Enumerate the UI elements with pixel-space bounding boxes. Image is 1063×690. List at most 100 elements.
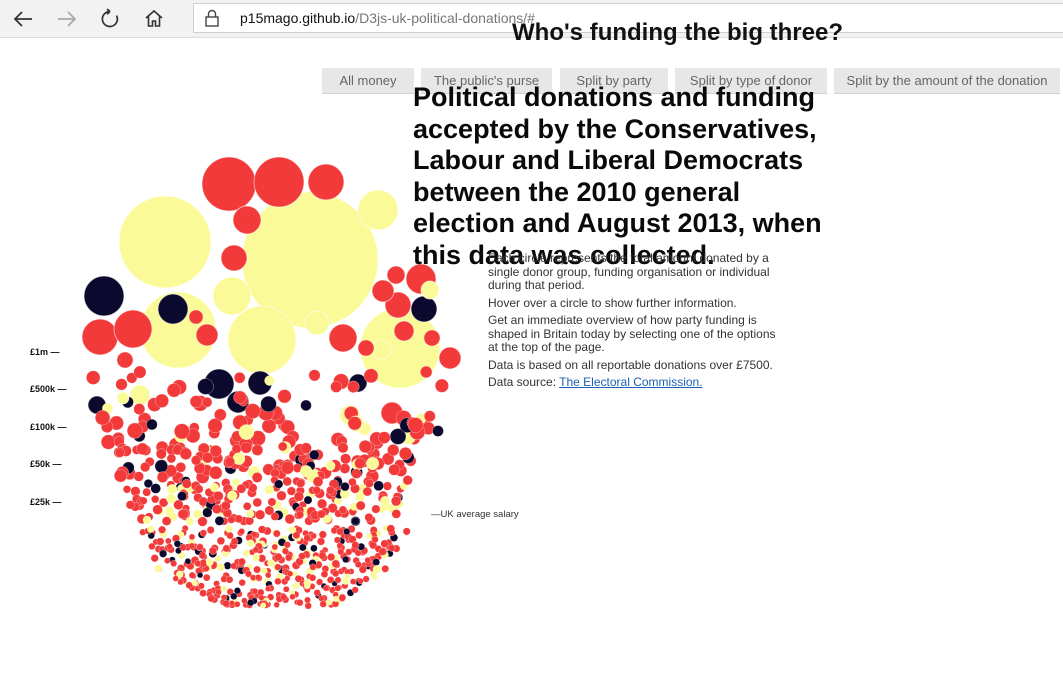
donation-bubble[interactable] [208,466,223,480]
donation-bubble[interactable] [188,533,196,541]
donation-bubble[interactable] [364,556,372,564]
donation-bubble[interactable] [347,416,362,431]
donation-bubble[interactable] [326,576,335,584]
donation-bubble[interactable] [164,537,172,545]
donation-bubble[interactable] [233,371,246,384]
donation-bubble[interactable] [280,593,288,601]
donation-bubble[interactable] [391,509,402,519]
donation-bubble[interactable] [398,447,413,461]
tab-split-by-amount[interactable]: Split by the amount of the donation [834,68,1060,93]
donation-bubble[interactable] [247,598,255,607]
donation-bubble[interactable] [133,403,146,415]
donation-bubble[interactable] [142,487,152,497]
donation-bubble[interactable] [118,195,212,289]
donation-bubble[interactable] [386,524,396,533]
donation-bubble[interactable] [288,525,297,534]
donation-bubble[interactable] [242,549,250,557]
donation-bubble[interactable] [348,477,357,487]
donation-bubble[interactable] [331,559,340,568]
donation-bubble[interactable] [309,449,320,461]
donation-bubble[interactable] [339,463,351,474]
donation-bubble[interactable] [184,558,192,565]
donation-bubble[interactable] [255,574,262,581]
donation-bubble[interactable] [296,598,304,607]
donation-bubble[interactable] [272,529,281,538]
donation-bubble[interactable] [362,486,373,497]
donation-bubble[interactable] [388,463,401,476]
donation-bubble[interactable] [354,560,362,568]
donation-bubble[interactable] [166,493,177,504]
donation-bubble[interactable] [152,504,163,515]
donation-bubble[interactable] [423,410,436,423]
donation-bubble[interactable] [191,579,199,587]
donation-bubble[interactable] [267,497,277,507]
donation-bubble[interactable] [216,536,226,546]
donation-bubble[interactable] [208,546,217,555]
donation-bubble[interactable] [139,496,148,505]
donation-bubble[interactable] [122,485,132,494]
donation-bubble[interactable] [273,601,280,608]
donation-bubble[interactable] [260,395,277,413]
donation-bubble[interactable] [205,558,214,567]
donation-bubble[interactable] [214,555,222,562]
donation-bubble[interactable] [372,558,381,567]
donation-bubble[interactable] [364,512,374,522]
donation-bubble[interactable] [116,351,134,369]
donation-bubble[interactable] [298,543,307,552]
donation-bubble[interactable] [438,346,462,370]
donation-bubble[interactable] [244,570,253,578]
donation-bubble[interactable] [164,557,171,564]
donation-bubble[interactable] [387,444,400,457]
donation-bubble[interactable] [340,481,350,492]
donation-bubble[interactable] [255,509,266,520]
donation-bubble[interactable] [185,516,195,526]
donation-bubble[interactable] [113,469,128,483]
donation-bubble[interactable] [188,542,196,550]
donation-bubble[interactable] [251,472,263,483]
donation-bubble[interactable] [264,375,275,386]
donation-bubble[interactable] [354,457,366,469]
donation-bubble[interactable] [188,571,196,579]
donation-bubble[interactable] [354,549,362,557]
donation-bubble[interactable] [289,593,296,600]
donation-bubble[interactable] [125,500,135,510]
donation-bubble[interactable] [304,596,311,604]
donation-bubble[interactable] [265,572,272,579]
donation-bubble[interactable] [317,509,326,519]
donation-bubble[interactable] [238,424,255,440]
donation-bubble[interactable] [337,442,349,454]
donation-bubble[interactable] [284,513,295,525]
donation-bubble[interactable] [179,447,192,460]
donation-bubble[interactable] [330,380,343,393]
donation-bubble[interactable] [338,505,348,514]
donation-bubble[interactable] [304,602,312,610]
donation-bubble[interactable] [260,602,267,609]
donation-bubble[interactable] [81,318,119,356]
donation-bubble[interactable] [166,484,178,495]
donation-bubble[interactable] [274,563,282,571]
donation-bubble[interactable] [83,275,125,317]
donation-bubble[interactable] [207,418,223,434]
donation-bubble[interactable] [362,575,370,583]
donation-bubble[interactable] [274,479,284,489]
donation-bubble[interactable] [206,526,215,534]
donation-bubble[interactable] [211,504,222,514]
donation-bubble[interactable] [393,320,415,342]
donation-bubble[interactable] [381,564,390,573]
donation-bubble[interactable] [216,562,225,572]
donation-bubble[interactable] [146,418,158,431]
donation-bubble[interactable] [337,548,345,556]
donation-bubble[interactable] [161,516,172,526]
donation-bubble[interactable] [202,573,211,582]
donation-bubble[interactable] [282,476,292,487]
donation-bubble[interactable] [223,561,232,570]
donation-bubble[interactable] [410,295,438,323]
donation-bubble[interactable] [181,478,192,489]
donation-bubble[interactable] [214,516,225,526]
donation-bubble[interactable] [280,461,295,475]
donation-bubble[interactable] [246,509,255,518]
donation-bubble[interactable] [358,439,372,454]
donation-bubble[interactable] [230,592,238,600]
donation-bubble[interactable] [142,515,152,525]
donation-bubble[interactable] [343,528,351,536]
